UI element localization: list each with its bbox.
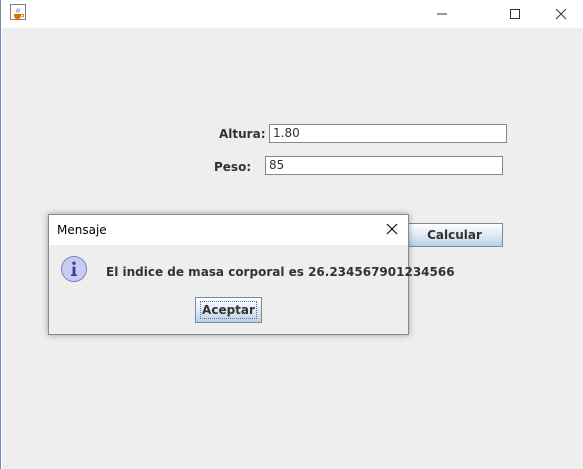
calcular-button[interactable]: Calcular bbox=[406, 223, 503, 247]
information-icon bbox=[60, 255, 88, 283]
minimize-icon bbox=[436, 13, 447, 15]
minimize-button[interactable] bbox=[419, 0, 464, 28]
dialog-close-button[interactable] bbox=[384, 221, 400, 237]
java-cup-icon bbox=[10, 4, 26, 20]
altura-input[interactable]: 1.80 bbox=[269, 124, 507, 143]
close-button[interactable] bbox=[538, 0, 583, 28]
close-icon bbox=[386, 223, 398, 235]
aceptar-button[interactable]: Aceptar bbox=[195, 297, 262, 323]
altura-label: Altura: bbox=[219, 127, 266, 141]
message-dialog: Mensaje El indice de masa corporal es 26… bbox=[48, 214, 455, 335]
maximize-button[interactable] bbox=[492, 0, 537, 28]
title-bar[interactable] bbox=[1, 0, 583, 28]
peso-label: Peso: bbox=[214, 160, 252, 174]
dialog-message: El indice de masa corporal es 26.2345679… bbox=[106, 265, 455, 279]
maximize-icon bbox=[509, 9, 520, 19]
aceptar-label: Aceptar bbox=[202, 303, 255, 317]
close-icon bbox=[555, 8, 566, 20]
dialog-title-bar[interactable]: Mensaje bbox=[49, 215, 408, 245]
dialog-title: Mensaje bbox=[57, 223, 107, 237]
peso-input[interactable]: 85 bbox=[265, 156, 503, 175]
